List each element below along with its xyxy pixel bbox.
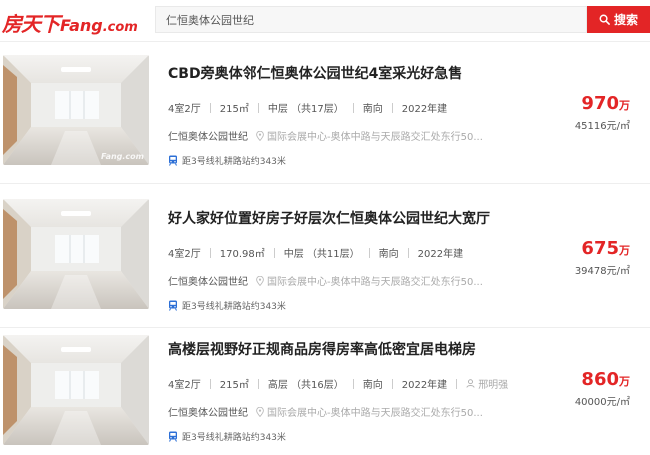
community-link[interactable]: 仁恒奥体公园世纪 <box>168 273 248 288</box>
search-icon <box>599 14 610 25</box>
unit-price: 45116元/㎡ <box>574 121 630 132</box>
attr-area: 215㎡ <box>219 104 249 115</box>
total-price-unit: 万 <box>619 99 630 112</box>
attr-layout: 4室2厅 <box>168 249 201 260</box>
search-input[interactable] <box>156 7 586 32</box>
logo-cn-text: 房天下 <box>2 12 60 36</box>
attr-orientation: 南向 <box>362 380 383 391</box>
total-price-value: 675 <box>581 238 619 259</box>
listing-attributes: 4室2厅 170.98㎡ 中层 （共11层） 南向 2022年建 <box>168 245 463 260</box>
attr-separator <box>391 102 393 113</box>
attr-layout: 4室2厅 <box>168 380 201 391</box>
logo-en-text: Fang <box>60 16 103 35</box>
listing-location: 仁恒奥体公园世纪 国际会展中心-奥体中路与天辰路交汇处东行50... <box>168 273 483 288</box>
listing-photo[interactable] <box>3 199 149 309</box>
attr-floor: 中层 （共17层） <box>267 104 344 115</box>
row-divider <box>0 183 650 184</box>
metro-info: 距3号线礼耕路站约343米 <box>168 299 286 312</box>
search-button[interactable]: 搜索 <box>587 6 650 33</box>
search-button-label: 搜索 <box>613 13 638 27</box>
attr-year: 2022年建 <box>417 249 464 260</box>
site-logo[interactable]: 房天下 Fang .com <box>2 8 138 36</box>
agent-name[interactable]: 邢明强 <box>466 376 508 391</box>
total-price-unit: 万 <box>619 244 630 257</box>
attr-year: 2022年建 <box>401 104 448 115</box>
attr-separator <box>391 378 393 389</box>
listing-photo[interactable]: Fang.com <box>3 55 149 165</box>
listing-card[interactable]: 好人家好位置好房子好层次仁恒奥体公园世纪大宽厅 4室2厅 170.98㎡ 中层 … <box>0 188 650 328</box>
metro-icon <box>169 300 177 311</box>
metro-text: 距3号线礼耕路站约343米 <box>182 302 286 312</box>
address: 国际会展中心-奥体中路与天辰路交汇处东行50... <box>256 128 483 143</box>
attr-separator <box>273 247 275 258</box>
photo-watermark: Fang.com <box>101 152 144 161</box>
total-price-unit: 万 <box>619 375 630 388</box>
listing-photo[interactable] <box>3 335 149 445</box>
attr-area: 215㎡ <box>219 380 249 391</box>
listing-location: 仁恒奥体公园世纪 国际会展中心-奥体中路与天辰路交汇处东行50... <box>168 404 483 419</box>
attr-floor: 中层 （共11层） <box>283 249 360 260</box>
listing-card[interactable]: Fang.com CBD旁奥体邻仁恒奥体公园世纪4室采光好急售 4室2厅 215… <box>0 44 650 184</box>
price-block: 970万 45116元/㎡ <box>575 93 630 132</box>
agent-name-text: 邢明强 <box>478 380 509 391</box>
listing-card[interactable]: 高楼层视野好正规商品房得房率高低密宜居电梯房 4室2厅 215㎡ 高层 （共16… <box>0 326 650 455</box>
metro-info: 距3号线礼耕路站约343米 <box>168 154 286 167</box>
unit-price: 39478元/㎡ <box>574 266 630 277</box>
logo-domain-text: .com <box>102 20 138 35</box>
total-price-value: 970 <box>581 93 619 114</box>
header-bar: 房天下 Fang .com 搜索 <box>0 0 650 42</box>
address: 国际会展中心-奥体中路与天辰路交汇处东行50... <box>256 273 483 288</box>
location-pin-icon <box>256 130 264 141</box>
metro-text: 距3号线礼耕路站约343米 <box>182 433 286 443</box>
attr-layout: 4室2厅 <box>168 104 201 115</box>
community-link[interactable]: 仁恒奥体公园世纪 <box>168 128 248 143</box>
total-price: 860万 <box>575 369 630 390</box>
unit-price: 40000元/㎡ <box>574 397 630 408</box>
total-price: 675万 <box>575 238 630 259</box>
attr-separator <box>257 378 259 389</box>
price-block: 860万 40000元/㎡ <box>575 369 630 408</box>
attr-separator <box>368 247 370 258</box>
listing-location: 仁恒奥体公园世纪 国际会展中心-奥体中路与天辰路交汇处东行50... <box>168 128 483 143</box>
attr-orientation: 南向 <box>378 249 399 260</box>
metro-icon <box>169 431 177 442</box>
listing-title[interactable]: 高楼层视野好正规商品房得房率高低密宜居电梯房 <box>168 339 476 359</box>
attr-separator <box>407 247 409 258</box>
attr-separator <box>209 378 211 389</box>
address-text: 国际会展中心-奥体中路与天辰路交汇处东行50... <box>267 277 483 288</box>
attr-separator <box>257 102 259 113</box>
attr-floor: 高层 （共16层） <box>267 380 344 391</box>
attr-separator <box>456 378 458 389</box>
listing-attributes: 4室2厅 215㎡ 中层 （共17层） 南向 2022年建 <box>168 100 447 115</box>
attr-area: 170.98㎡ <box>219 249 265 260</box>
listing-attributes: 4室2厅 215㎡ 高层 （共16层） 南向 2022年建 邢明强 <box>168 376 508 391</box>
location-pin-icon <box>256 275 264 286</box>
price-block: 675万 39478元/㎡ <box>575 238 630 277</box>
total-price-value: 860 <box>581 369 619 390</box>
metro-text: 距3号线礼耕路站约343米 <box>182 157 286 167</box>
agent-icon <box>466 379 475 388</box>
attr-separator <box>209 102 211 113</box>
metro-icon <box>169 155 177 166</box>
location-pin-icon <box>256 406 264 417</box>
address-text: 国际会展中心-奥体中路与天辰路交汇处东行50... <box>267 132 483 143</box>
listing-title[interactable]: 好人家好位置好房子好层次仁恒奥体公园世纪大宽厅 <box>168 208 490 228</box>
attr-orientation: 南向 <box>362 104 383 115</box>
address: 国际会展中心-奥体中路与天辰路交汇处东行50... <box>256 404 483 419</box>
metro-info: 距3号线礼耕路站约343米 <box>168 430 286 443</box>
attr-separator <box>352 102 354 113</box>
listing-title[interactable]: CBD旁奥体邻仁恒奥体公园世纪4室采光好急售 <box>168 63 462 83</box>
attr-year: 2022年建 <box>401 380 448 391</box>
attr-separator <box>209 247 211 258</box>
total-price: 970万 <box>575 93 630 114</box>
address-text: 国际会展中心-奥体中路与天辰路交汇处东行50... <box>267 408 483 419</box>
search-box <box>155 6 587 33</box>
attr-separator <box>352 378 354 389</box>
community-link[interactable]: 仁恒奥体公园世纪 <box>168 404 248 419</box>
